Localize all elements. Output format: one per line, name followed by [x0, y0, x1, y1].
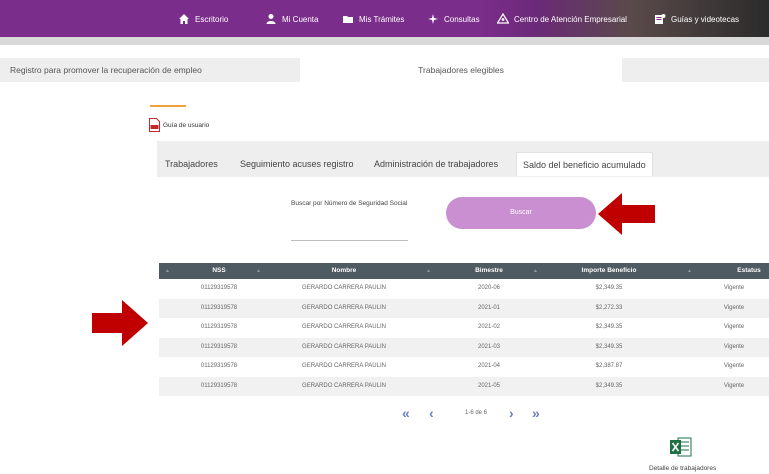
home-icon [179, 14, 189, 24]
col-estatus[interactable]: Estatus [709, 263, 769, 279]
table-body: 01129319578 GERARDO CARRERA PAULIN 2020-… [159, 279, 769, 396]
cell-importe: $2,349.35 [595, 285, 623, 291]
cell-bimestre: 2021-05 [477, 382, 501, 389]
cell-estatus: Vigente [723, 324, 745, 330]
arrow-right-icon [92, 300, 148, 346]
beneficio-table: ▲ NSS ▲ Nombre ▲ Bimestre ▲ Importe Bene… [159, 263, 769, 396]
search-label: Buscar por Número de Seguridad Social [291, 200, 408, 207]
cell-nss: 01129319578 [200, 304, 238, 311]
nav-label: Consultas [444, 14, 480, 24]
main-tabs: Registro para promover la recuperación d… [0, 58, 769, 82]
cell-nombre: GERARDO CARRERA PAULIN [302, 285, 386, 291]
cell-nss: 01129319578 [200, 382, 238, 389]
nav-mis-tramites[interactable]: Mis Trámites [342, 12, 404, 26]
guia-usuario-label: Guía de usuario [163, 121, 210, 129]
cell-nombre: GERARDO CARRERA PAULIN [302, 343, 386, 350]
header-band [0, 37, 769, 45]
page-indicator: 1-6 de 6 [465, 410, 488, 416]
arrow-left-icon [598, 193, 655, 235]
table-row[interactable]: 01129319578 GERARDO CARRERA PAULIN 2020-… [159, 279, 769, 299]
cell-importe: $2,349.35 [595, 343, 623, 350]
pdf-icon [149, 118, 160, 132]
next-page-icon[interactable]: › [509, 405, 514, 421]
folder-icon [343, 16, 353, 23]
tab-seguimiento-acuses[interactable]: Seguimiento acuses registro [240, 152, 354, 176]
first-page-icon[interactable]: « [402, 405, 410, 421]
cell-nss: 01129319578 [200, 343, 238, 350]
cell-bimestre: 2020-06 [477, 285, 501, 291]
cell-nss: 01129319578 [200, 363, 238, 369]
cell-importe: $2,349.35 [595, 382, 623, 389]
table-row[interactable]: 01129319578 GERARDO CARRERA PAULIN 2021-… [159, 376, 769, 396]
nav-mi-cuenta[interactable]: Mi Cuenta [265, 12, 318, 26]
cell-nombre: GERARDO CARRERA PAULIN [302, 304, 386, 311]
nav-label: Mis Trámites [359, 14, 405, 24]
nss-search-input[interactable] [291, 240, 408, 241]
people-icon [497, 13, 509, 24]
col-nss[interactable]: NSS [179, 263, 259, 279]
cell-bimestre: 2021-04 [477, 363, 501, 369]
col-importe[interactable]: Importe Beneficio [549, 263, 669, 279]
cell-estatus: Vigente [723, 382, 745, 389]
cell-nombre: GERARDO CARRERA PAULIN [302, 363, 386, 369]
cell-estatus: Vigente [723, 343, 745, 350]
col-nombre[interactable]: Nombre [289, 263, 399, 279]
table-row[interactable]: 01129319578 GERARDO CARRERA PAULIN 2021-… [159, 298, 769, 318]
buscar-button[interactable]: Buscar [446, 197, 596, 229]
nav-consultas[interactable]: Consultas [427, 12, 480, 26]
prev-page-icon[interactable]: ‹ [429, 405, 434, 421]
col-bimestre[interactable]: Bimestre [439, 263, 539, 279]
sort-icon[interactable]: ▲ [533, 263, 538, 279]
user-icon [266, 14, 276, 24]
cell-importe: $2,272.33 [595, 304, 623, 311]
nav-label: Guías y videotecas [671, 14, 740, 24]
excel-icon[interactable] [670, 437, 692, 457]
table-row[interactable]: 01129319578 GERARDO CARRERA PAULIN 2021-… [159, 318, 769, 338]
cell-bimestre: 2021-03 [477, 343, 501, 350]
nav-label: Mi Cuenta [282, 14, 319, 24]
video-guide-icon [655, 14, 666, 24]
sort-icon[interactable]: ▲ [687, 263, 692, 279]
cell-estatus: Vigente [723, 285, 745, 291]
sort-icon[interactable]: ▲ [426, 263, 431, 279]
sort-icon[interactable]: ▲ [165, 263, 170, 279]
cell-nss: 01129319578 [200, 324, 238, 330]
tab-registro[interactable]: Registro para promover la recuperación d… [10, 58, 202, 82]
nav-escritorio[interactable]: Escritorio [178, 12, 228, 26]
tab-administracion[interactable]: Administración de trabajadores [374, 152, 498, 176]
sort-icon[interactable]: ▲ [256, 263, 261, 279]
table-row[interactable]: 01129319578 GERARDO CARRERA PAULIN 2021-… [159, 357, 769, 377]
cell-nombre: GERARDO CARRERA PAULIN [302, 382, 386, 389]
cell-nss: 01129319578 [200, 285, 238, 291]
tab-saldo-beneficio[interactable]: Saldo del beneficio acumulado [516, 152, 653, 176]
cell-estatus: Vigente [723, 363, 745, 369]
cell-importe: $2,387.87 [595, 363, 623, 369]
table-row[interactable]: 01129319578 GERARDO CARRERA PAULIN 2021-… [159, 337, 769, 357]
cell-bimestre: 2021-02 [477, 324, 501, 330]
nav-centro-atencion[interactable]: Centro de Atención Empresarial [497, 12, 627, 26]
tab-trabajadores-elegibles[interactable]: Trabajadores elegibles [300, 58, 622, 82]
last-page-icon[interactable]: » [532, 405, 540, 421]
sparkle-icon [428, 14, 438, 24]
nav-label: Centro de Atención Empresarial [514, 14, 627, 24]
tab-trabajadores[interactable]: Trabajadores [165, 152, 218, 176]
cell-bimestre: 2021-01 [477, 304, 501, 311]
top-navigation: Escritorio Mi Cuenta Mis Trámites Consul… [0, 0, 769, 37]
table-header: ▲ NSS ▲ Nombre ▲ Bimestre ▲ Importe Bene… [159, 263, 769, 279]
cell-importe: $2,349.35 [595, 324, 623, 330]
nav-guias[interactable]: Guías y videotecas [654, 12, 739, 26]
nav-label: Escritorio [195, 14, 229, 24]
detalle-trabajadores-link[interactable]: Detalle de trabajadores [649, 465, 716, 472]
guia-usuario-link[interactable]: Guía de usuario [149, 118, 209, 132]
section-accent-line [150, 105, 186, 107]
cell-estatus: Vigente [723, 304, 745, 311]
cell-nombre: GERARDO CARRERA PAULIN [302, 324, 386, 330]
